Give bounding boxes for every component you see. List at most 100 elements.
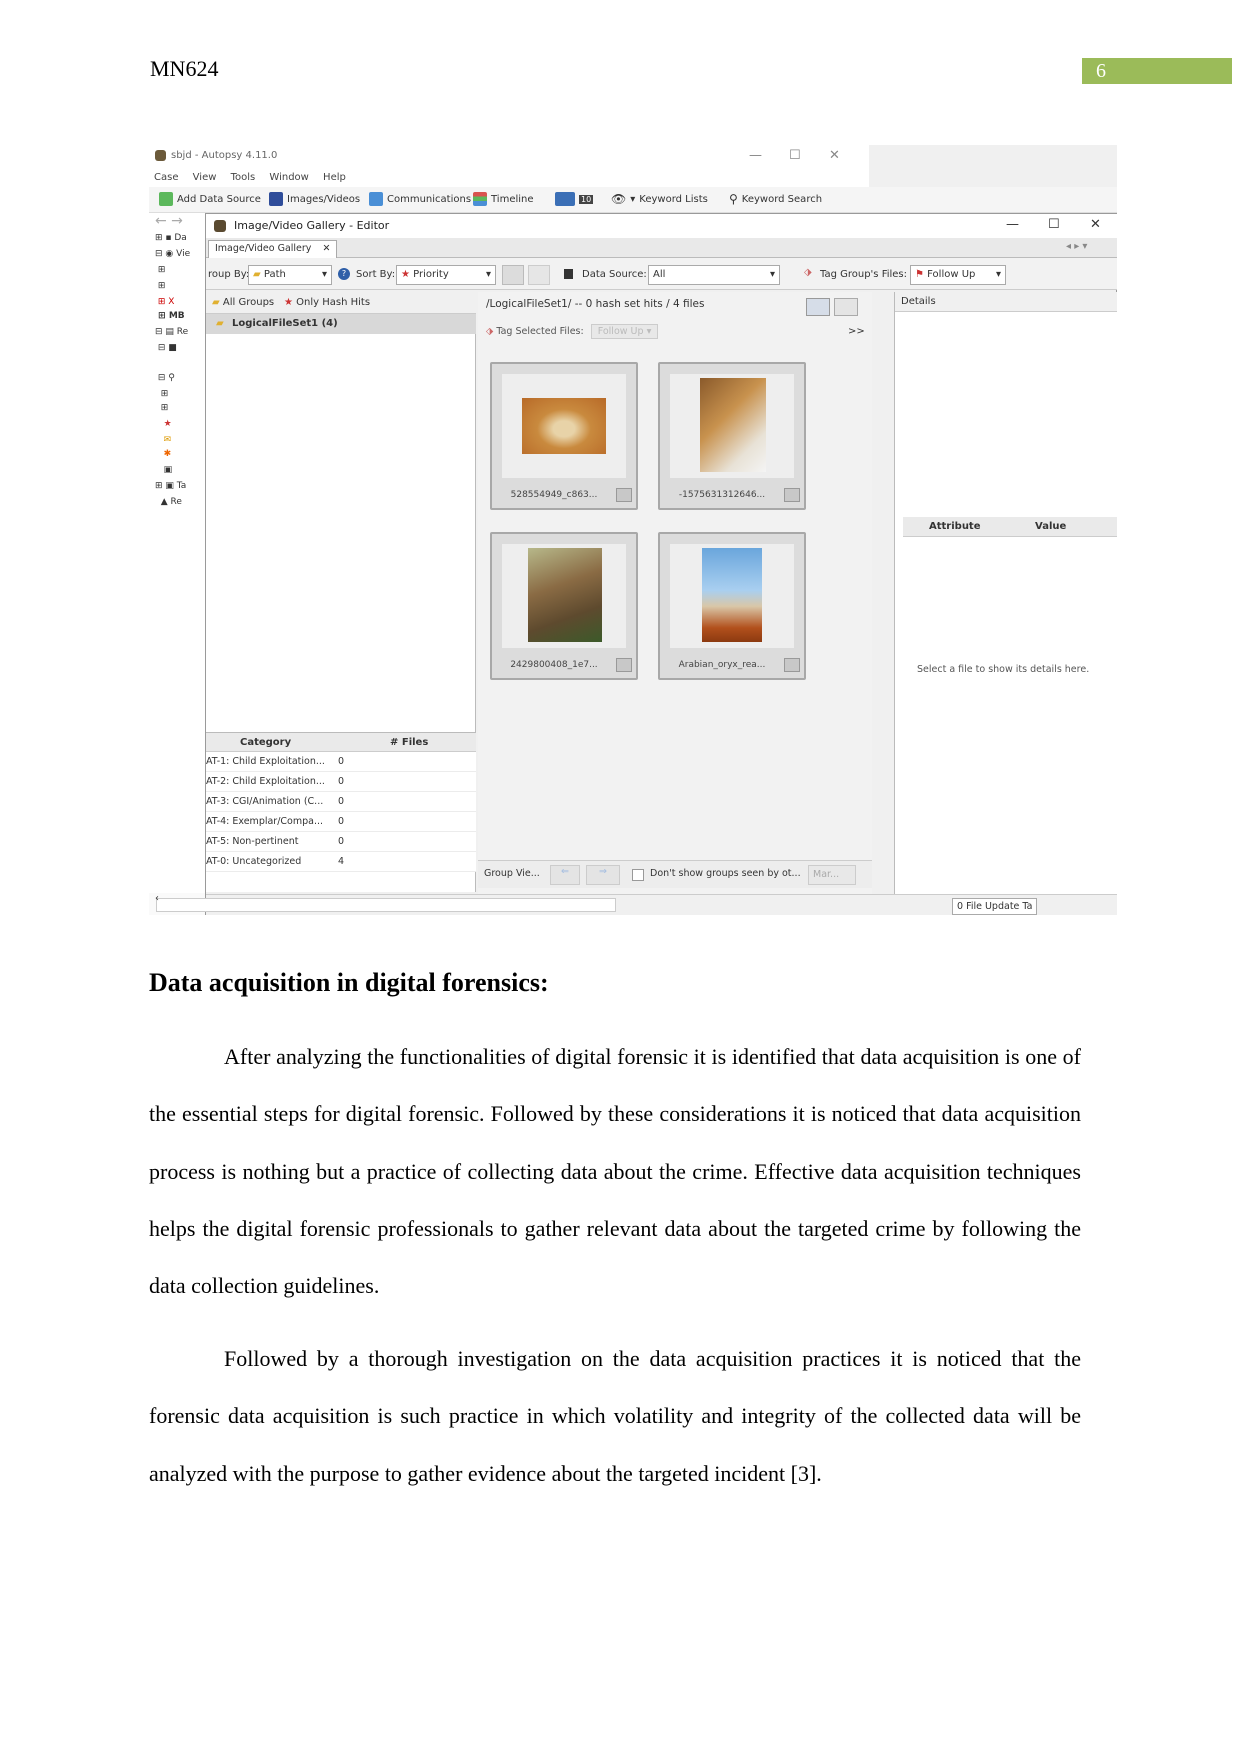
menu-case[interactable]: Case xyxy=(154,172,178,183)
menu-window[interactable]: Window xyxy=(269,172,308,183)
tree-node-results[interactable]: ⊟ ▤ Re xyxy=(155,327,188,337)
autopsy-screenshot: sbjd - Autopsy 4.11.0 — ☐ ✕ Case View To… xyxy=(149,145,1117,915)
close-icon[interactable]: ✕ xyxy=(1090,217,1101,232)
tile-view-icon[interactable] xyxy=(806,298,830,316)
tab-close-icon[interactable]: ✕ xyxy=(322,243,330,254)
tab-scroll-arrows-icon[interactable]: ◂ ▸ ▾ xyxy=(1066,241,1087,252)
thumbnail-image xyxy=(700,378,766,472)
tree-label: Re xyxy=(176,327,189,337)
scroll-left-arrow-icon[interactable]: ‹ xyxy=(155,893,159,904)
tree-node-child[interactable]: ⊟ ⚲ xyxy=(155,373,175,383)
group-by-label: roup By: xyxy=(208,269,250,280)
keyword-search-label: Keyword Search xyxy=(741,193,823,205)
category-count: 0 xyxy=(338,816,345,827)
images-videos-button[interactable]: Images/Videos xyxy=(269,192,360,206)
back-arrow-icon[interactable]: ← → xyxy=(155,213,183,229)
tab-image-video-gallery[interactable]: Image/Video Gallery ✕ xyxy=(208,240,338,258)
mark-group-button[interactable]: Mar... xyxy=(808,865,856,885)
slideshow-view-icon[interactable] xyxy=(834,298,858,316)
category-row[interactable]: AT-0: Uncategorized 4 xyxy=(206,852,476,872)
tree-node-reports[interactable]: ▲ Re xyxy=(155,497,182,507)
tree-node-child[interactable]: ⊞ xyxy=(155,403,169,413)
tree-node-child[interactable]: ⊞ xyxy=(155,281,166,291)
tag-group-button[interactable]: ⚑ Follow Up ▾ xyxy=(910,265,1006,285)
tag-selected-button[interactable]: Follow Up ▾ xyxy=(590,324,659,339)
dont-show-checkbox[interactable] xyxy=(632,869,644,881)
keyword-lists-button[interactable]: 👁 ▾ Keyword Lists xyxy=(611,192,708,206)
sort-ascending-icon[interactable] xyxy=(502,265,524,285)
sort-by-select[interactable]: ★ Priority ▾ xyxy=(396,265,496,285)
tree-node-child[interactable]: ⊟ ■ xyxy=(155,343,177,353)
minimize-icon[interactable]: — xyxy=(749,148,762,163)
tree-node-child[interactable]: ⊞ xyxy=(155,265,166,275)
close-icon[interactable]: ✕ xyxy=(829,148,840,163)
tree-node-views[interactable]: ⊟ ◉ Vie xyxy=(155,249,190,259)
menu-bar: Case View Tools Window Help xyxy=(149,169,869,187)
help-icon[interactable]: ? xyxy=(338,268,350,280)
category-row[interactable]: AT-3: CGI/Animation (C... 0 xyxy=(206,792,476,812)
tag-icon: ⬗ xyxy=(804,267,812,278)
group-by-select[interactable]: ▰ Path ▾ xyxy=(248,265,332,285)
tree-node-child[interactable]: ⊞ xyxy=(155,389,169,399)
menu-view[interactable]: View xyxy=(193,172,217,183)
tag-selected-label: Tag Selected Files: xyxy=(496,326,584,337)
gallery-toolbar: roup By: ▰ Path ▾ ? Sort By: ★ Priority … xyxy=(206,258,1117,290)
tree-node-x[interactable]: ⊞ X xyxy=(155,297,175,307)
category-count: 0 xyxy=(338,796,345,807)
tree-node-child[interactable]: ★ xyxy=(155,419,172,429)
add-data-source-button[interactable]: Add Data Source xyxy=(159,192,261,206)
thumbnail-tile[interactable]: 2429800408_1e7... xyxy=(490,532,638,680)
thumbnail-tile[interactable]: Arabian_oryx_rea... xyxy=(658,532,806,680)
details-header: Details xyxy=(895,292,1117,312)
tab-only-hash-hits[interactable]: ★ Only Hash Hits xyxy=(280,295,374,310)
thumbnail-tile[interactable]: 528554949_c863... xyxy=(490,362,638,510)
main-toolbar: Add Data Source Images/Videos Communicat… xyxy=(149,187,1117,213)
maximize-icon[interactable]: ☐ xyxy=(789,148,801,163)
sort-descending-icon[interactable] xyxy=(528,265,550,285)
tag-group-value: Follow Up xyxy=(927,269,976,280)
category-row[interactable]: AT-5: Non-pertinent 0 xyxy=(206,832,476,852)
tree-node-tags[interactable]: ⊞ ▣ Ta xyxy=(155,481,186,491)
group-list-item[interactable]: ▰ LogicalFileSet1 (4) xyxy=(206,314,476,334)
gallery-pane: /LogicalFileSet1/ -- 0 hash set hits / 4… xyxy=(478,292,872,902)
film-icon xyxy=(269,192,283,206)
file-update-status: 0 File Update Ta xyxy=(952,898,1038,915)
thumbnail-tag-icon[interactable] xyxy=(784,488,800,502)
chevron-down-icon: ▾ xyxy=(995,269,1001,280)
timeline-button[interactable]: Timeline xyxy=(473,192,534,206)
maximize-icon[interactable]: ☐ xyxy=(1048,217,1060,232)
mail-button[interactable]: 10 xyxy=(555,192,594,206)
tree-node-data-sources[interactable]: ⊞ ▪ Da xyxy=(155,233,187,243)
tree-node-child[interactable]: ▣ xyxy=(155,465,173,475)
priority-icon: ★ xyxy=(401,269,410,280)
previous-group-button[interactable]: ⇐ xyxy=(550,865,580,885)
menu-tools[interactable]: Tools xyxy=(231,172,256,183)
minimize-icon[interactable]: — xyxy=(1006,217,1019,232)
data-source-value: All xyxy=(653,269,666,280)
tree-node-mb[interactable]: ⊞ MB xyxy=(155,311,185,321)
thumbnail-tag-icon[interactable] xyxy=(616,488,632,502)
thumbnail-tag-icon[interactable] xyxy=(616,658,632,672)
menu-help[interactable]: Help xyxy=(323,172,346,183)
category-row[interactable]: AT-1: Child Exploitation... 0 xyxy=(206,752,476,772)
mail-badge: 10 xyxy=(579,194,594,204)
thumbnail-caption: Arabian_oryx_rea... xyxy=(678,660,766,670)
status-bar: 0 File Update Ta xyxy=(156,894,1117,915)
thumbnail-tag-icon[interactable] xyxy=(784,658,800,672)
next-group-button[interactable]: ⇒ xyxy=(586,865,620,885)
horizontal-scrollbar[interactable] xyxy=(156,898,616,912)
sort-by-label: Sort By: xyxy=(356,269,396,280)
tree-node-child[interactable]: ✉ xyxy=(155,435,172,445)
keyword-search-button[interactable]: ⚲ Keyword Search xyxy=(729,192,822,206)
group-view-label: Group Vie... xyxy=(484,868,540,879)
data-source-select[interactable]: All ▾ xyxy=(648,265,780,285)
communications-button[interactable]: Communications xyxy=(369,192,471,206)
category-row[interactable]: AT-4: Exemplar/Compa... 0 xyxy=(206,812,476,832)
category-row[interactable]: AT-2: Child Exploitation... 0 xyxy=(206,772,476,792)
group-path: /LogicalFileSet1/ -- 0 hash set hits / 4… xyxy=(486,298,705,310)
tree-node-child[interactable]: ✱ xyxy=(155,449,172,459)
more-arrows[interactable]: >> xyxy=(848,326,865,337)
timeline-label: Timeline xyxy=(491,193,534,205)
thumbnail-tile[interactable]: -1575631312646... xyxy=(658,362,806,510)
tab-all-groups[interactable]: ▰ All Groups xyxy=(208,295,278,310)
